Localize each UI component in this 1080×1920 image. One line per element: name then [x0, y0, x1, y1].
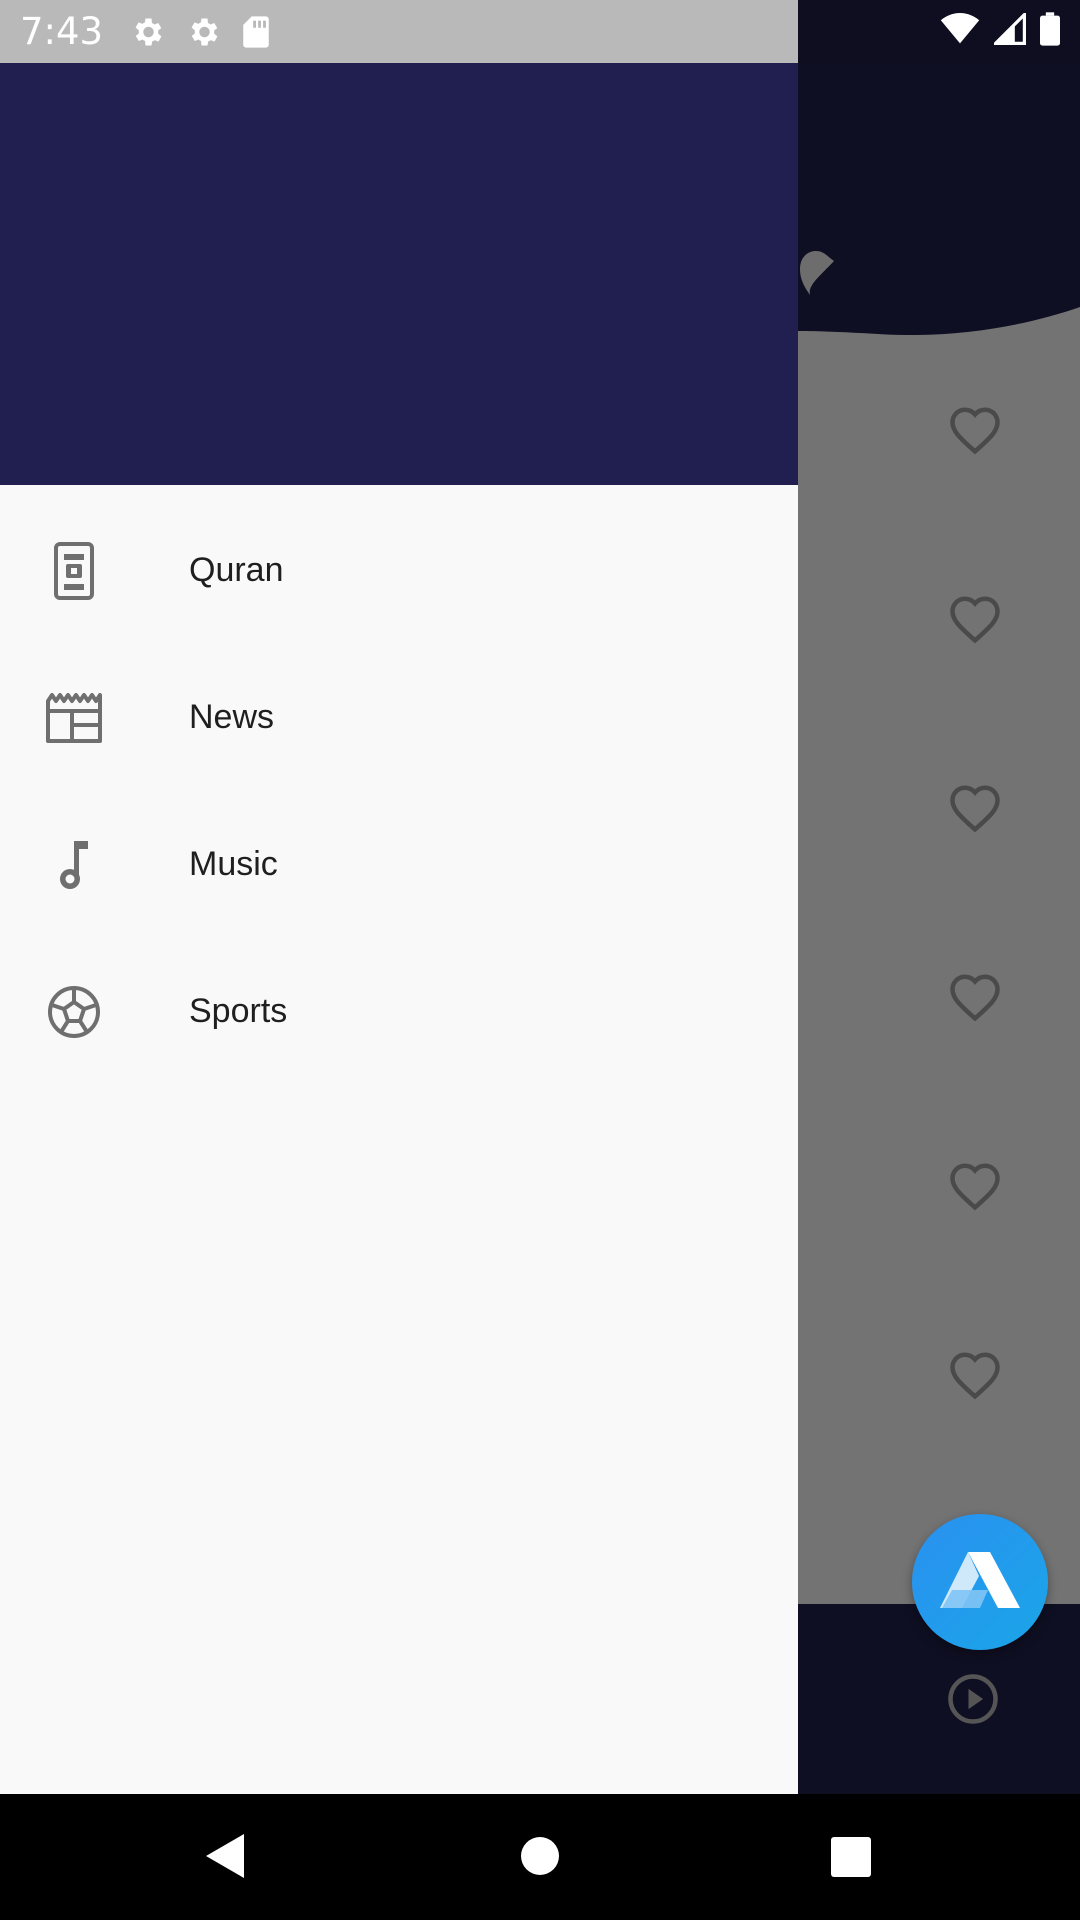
- recents-icon[interactable]: [830, 1836, 872, 1883]
- status-bar-system-icons: [798, 0, 1080, 63]
- system-nav-bar: [0, 1794, 1080, 1920]
- drawer-menu: Quran News Music Sports: [0, 497, 798, 1085]
- gear-icon: [185, 14, 221, 50]
- soccer-ball-icon: [44, 982, 104, 1042]
- app-logo-icon: [938, 1550, 1022, 1615]
- heart-icon[interactable]: [948, 405, 1002, 460]
- back-icon[interactable]: [204, 1832, 246, 1885]
- drawer-item-label: Sports: [189, 992, 288, 1030]
- heart-icon[interactable]: [948, 594, 1002, 649]
- battery-icon: [1040, 12, 1060, 51]
- drawer-item-label: News: [189, 698, 275, 736]
- sd-card-icon: [241, 15, 271, 49]
- heart-icon[interactable]: [948, 1350, 1002, 1405]
- newspaper-icon: [44, 688, 104, 748]
- play-circle-icon[interactable]: [946, 1672, 1000, 1731]
- music-note-icon: [44, 835, 104, 895]
- navigation-drawer: Quran News Music Sports: [0, 63, 798, 1794]
- status-time: 7:43: [20, 10, 104, 53]
- drawer-item-label: Music: [189, 845, 278, 883]
- drawer-item-sports[interactable]: Sports: [0, 938, 798, 1085]
- status-bar: 7:43: [0, 0, 798, 63]
- quran-book-icon: [44, 541, 104, 601]
- background-header: [798, 63, 1080, 336]
- heart-icon[interactable]: [948, 1161, 1002, 1216]
- wifi-icon: [940, 13, 980, 50]
- heart-icon[interactable]: [948, 783, 1002, 838]
- drawer-item-quran[interactable]: Quran: [0, 497, 798, 644]
- drawer-item-label: Quran: [189, 551, 284, 589]
- fab-app-logo[interactable]: [912, 1514, 1048, 1650]
- drawer-item-music[interactable]: Music: [0, 791, 798, 938]
- drawer-header: [0, 63, 798, 485]
- gear-icon: [129, 14, 165, 50]
- drawer-item-news[interactable]: News: [0, 644, 798, 791]
- heart-icon[interactable]: [948, 972, 1002, 1027]
- signal-icon: [991, 10, 1026, 50]
- home-icon[interactable]: [520, 1836, 560, 1881]
